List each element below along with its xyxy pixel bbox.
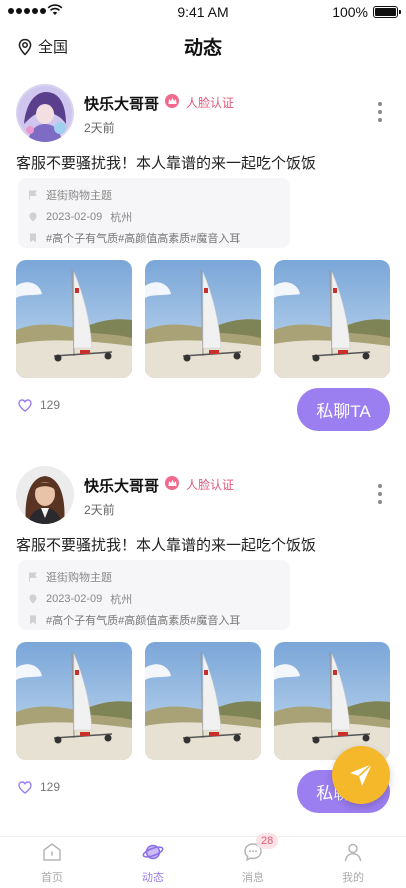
topic-row: 逛街购物主题 bbox=[28, 569, 112, 585]
like-count[interactable]: 129 bbox=[18, 398, 60, 412]
tab-label: 消息 bbox=[242, 872, 264, 884]
tag-text: #魔音入耳 bbox=[190, 615, 241, 627]
post-date: 2023-02-09 bbox=[46, 211, 103, 223]
verify-badge: 人脸认证 bbox=[186, 478, 235, 492]
photo[interactable] bbox=[145, 642, 261, 760]
pin-icon bbox=[29, 594, 37, 604]
post-content: 客服不要骚扰我！本人靠谱的来一起吃个饭饭 bbox=[16, 537, 317, 554]
like-count[interactable]: 129 bbox=[18, 780, 60, 794]
username[interactable]: 快乐大哥哥 bbox=[84, 475, 159, 496]
avatar[interactable] bbox=[16, 466, 74, 524]
tag[interactable]: ##高个子有气质 bbox=[46, 230, 118, 246]
page-title: 动态 bbox=[183, 38, 222, 59]
private-chat-button[interactable]: 私聊TA bbox=[297, 388, 390, 431]
avatar[interactable] bbox=[16, 84, 74, 142]
send-icon bbox=[350, 763, 373, 786]
verify-badge: 人脸认证 bbox=[186, 96, 235, 110]
post-date: 2023-02-09 bbox=[46, 593, 103, 605]
like-number: 129 bbox=[40, 398, 61, 412]
photo[interactable] bbox=[274, 260, 390, 378]
publish-button[interactable] bbox=[332, 746, 390, 804]
more-icon[interactable] bbox=[378, 484, 382, 504]
battery-icon bbox=[373, 6, 401, 18]
flag-icon bbox=[29, 572, 37, 582]
post-time: 2天前 bbox=[84, 121, 115, 135]
like-number: 129 bbox=[40, 780, 61, 794]
status-bar: 9:41 AM 100% bbox=[0, 0, 406, 24]
tag[interactable]: ##高颜值高素质 bbox=[118, 612, 190, 628]
post-info: 逛街购物主题 2023-02-09 杭州 ##高个子有气质 ##高颜值高素质 #… bbox=[18, 560, 290, 630]
tag-text: #高个子有气质 bbox=[46, 233, 119, 245]
tab-profile[interactable]: 我的 bbox=[323, 841, 383, 885]
topic-label: 逛街购物主题 bbox=[46, 572, 112, 584]
photo[interactable] bbox=[274, 642, 390, 760]
date-row: 2023-02-09 杭州 bbox=[28, 591, 132, 607]
post-time: 2天前 bbox=[84, 503, 115, 517]
photo[interactable] bbox=[16, 642, 132, 760]
flag-icon bbox=[29, 190, 37, 200]
more-icon[interactable] bbox=[378, 102, 382, 122]
bookmark-icon bbox=[30, 615, 36, 625]
tag-text: #高颜值高素质 bbox=[118, 233, 191, 245]
photo[interactable] bbox=[145, 260, 261, 378]
battery-percent: 100% bbox=[332, 4, 368, 20]
tab-bar: 首页 动态 消息 我的 bbox=[0, 836, 406, 888]
message-badge: 28 bbox=[256, 833, 279, 849]
username[interactable]: 快乐大哥哥 bbox=[84, 93, 159, 114]
tab-label: 动态 bbox=[142, 872, 164, 884]
topic-label: 逛街购物主题 bbox=[46, 190, 112, 202]
tab-moments[interactable]: 动态 bbox=[123, 841, 183, 885]
planet-icon bbox=[142, 844, 164, 860]
date-row: 2023-02-09 杭州 bbox=[28, 209, 132, 225]
photo-grid bbox=[16, 642, 390, 760]
heart-icon bbox=[18, 780, 32, 794]
photo-grid bbox=[16, 260, 390, 378]
photo[interactable] bbox=[16, 260, 132, 378]
home-icon bbox=[43, 843, 61, 861]
bookmark-icon bbox=[30, 233, 36, 243]
post-city: 杭州 bbox=[110, 594, 133, 606]
tag[interactable]: ##高个子有气质 bbox=[46, 612, 118, 628]
user-icon bbox=[344, 843, 362, 862]
post-city: 杭州 bbox=[110, 212, 133, 224]
tag-text: #魔音入耳 bbox=[190, 233, 241, 245]
header: 全国 动态 bbox=[0, 28, 406, 64]
heart-icon bbox=[18, 398, 32, 412]
tag[interactable]: ##高颜值高素质 bbox=[118, 230, 190, 246]
tag-text: #高个子有气质 bbox=[46, 615, 119, 627]
crown-icon bbox=[165, 94, 179, 108]
post-content: 客服不要骚扰我！本人靠谱的来一起吃个饭饭 bbox=[16, 155, 317, 172]
tag[interactable]: ##魔音入耳 bbox=[190, 230, 240, 246]
topic-row: 逛街购物主题 bbox=[28, 187, 112, 203]
tag-text: #高颜值高素质 bbox=[118, 615, 191, 627]
tag-row: ##高个子有气质 ##高颜值高素质 ##魔音入耳 bbox=[28, 612, 240, 628]
pin-icon bbox=[29, 212, 37, 222]
tab-home[interactable]: 首页 bbox=[22, 841, 82, 885]
tab-label: 我的 bbox=[342, 872, 364, 884]
post-info: 逛街购物主题 2023-02-09 杭州 ##高个子有气质 ##高颜值高素质 #… bbox=[18, 178, 290, 248]
tag-row: ##高个子有气质 ##高颜值高素质 ##魔音入耳 bbox=[28, 230, 240, 246]
crown-icon bbox=[165, 476, 179, 490]
tab-label: 首页 bbox=[41, 872, 63, 884]
tag[interactable]: ##魔音入耳 bbox=[190, 612, 240, 628]
